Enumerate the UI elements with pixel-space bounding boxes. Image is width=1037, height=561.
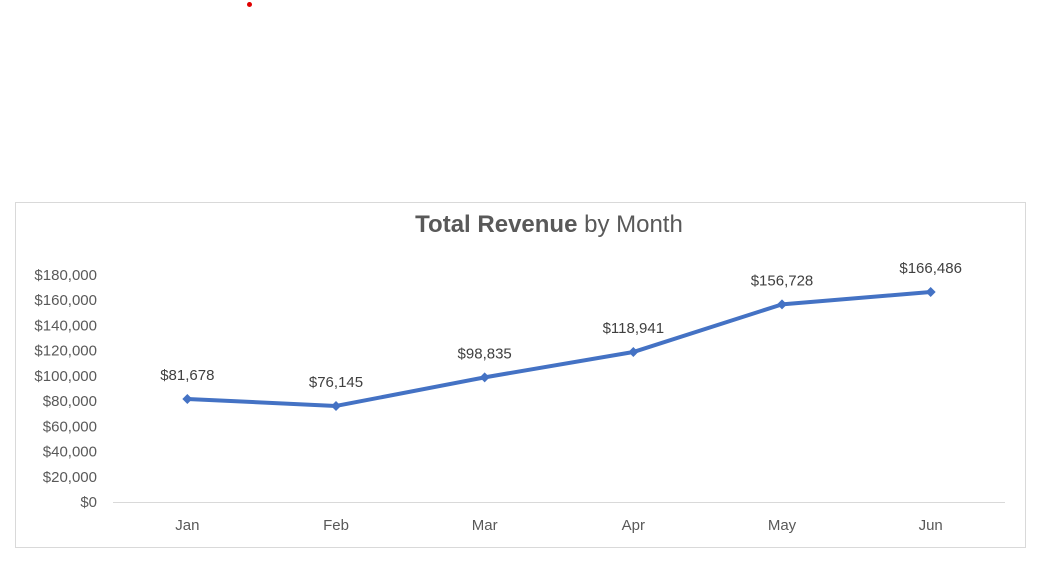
page: Total Revenue by Month $0 $20,000 $40,000 $… xyxy=(0,0,1037,561)
revenue-line-chart: Total Revenue by Month $0$20,000$40,000$… xyxy=(34,211,1005,534)
y-tick-label: $20,000 xyxy=(43,469,97,486)
x-axis: Jan Feb Mar Apr May Jun xyxy=(113,502,1005,534)
data-label: $156,728 xyxy=(751,272,814,289)
series-total-revenue xyxy=(182,287,936,411)
y-axis: $0 $20,000 $40,000 $60,000 $80,000 $100,000 $1… xyxy=(34,267,97,511)
data-labels: $81,678 $76,145 $98,835 $118,941 $156,728 $16… xyxy=(160,260,962,391)
chart-title-bold: Total Revenue xyxy=(415,211,577,238)
y-tick-label: $140,000 xyxy=(34,317,97,334)
y-tick-label: $40,000 xyxy=(43,444,97,461)
data-label: $166,486 xyxy=(899,260,962,277)
data-label: $81,678 xyxy=(160,367,214,384)
data-point-marker xyxy=(182,393,193,404)
data-label: $76,145 xyxy=(309,374,363,391)
x-tick-label: Feb xyxy=(323,517,349,534)
y-tick-label: $0 xyxy=(80,494,97,511)
data-label: $118,941 xyxy=(603,320,664,337)
x-tick-label: Jan xyxy=(175,517,199,534)
y-tick-label: $180,000 xyxy=(34,267,97,284)
y-tick-label: $100,000 xyxy=(34,368,97,385)
data-point-marker xyxy=(331,400,341,411)
y-tick-label: $60,000 xyxy=(43,418,97,435)
x-tick-label: Jun xyxy=(919,517,943,534)
y-tick-label: $160,000 xyxy=(34,292,97,309)
y-tick-label: $80,000 xyxy=(43,393,97,410)
data-point-marker xyxy=(628,347,639,358)
data-point-marker xyxy=(925,287,936,298)
x-tick-label: Mar xyxy=(472,517,498,534)
y-tick-label: $120,000 xyxy=(34,343,97,360)
chart-title: Total Revenue by Month xyxy=(415,211,683,238)
data-label: $98,835 xyxy=(458,345,512,362)
x-tick-label: Apr xyxy=(622,517,645,534)
data-point-marker xyxy=(479,372,490,383)
series-line xyxy=(185,290,933,408)
chart-title-rest: by Month xyxy=(577,211,682,238)
data-point-marker xyxy=(777,299,787,310)
x-tick-label: May xyxy=(768,517,797,534)
